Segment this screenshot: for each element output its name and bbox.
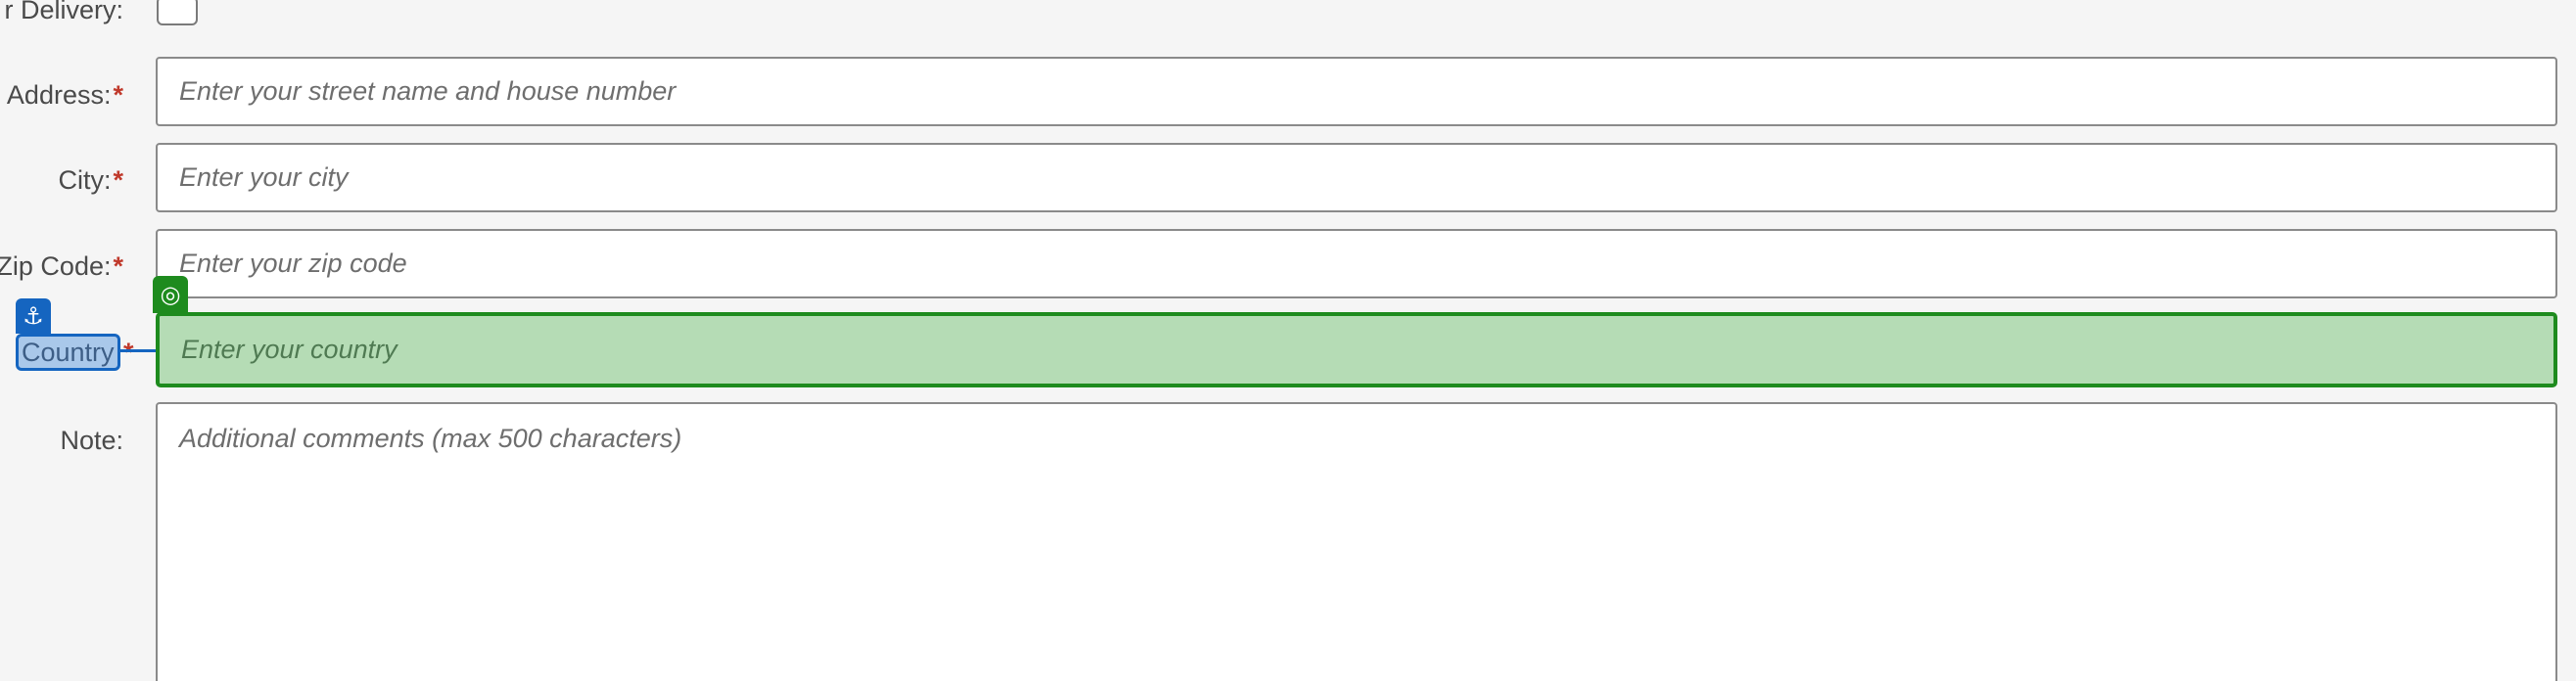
target-icon: ◎ [153,276,188,313]
city-input[interactable] [156,143,2557,212]
note-textarea[interactable] [156,402,2557,681]
delivery-checkbox[interactable] [157,0,198,25]
city-label: City:* [58,160,123,200]
address-input[interactable] [156,57,2557,126]
anchor-icon: ⚓ [16,298,51,334]
note-label: Note: [60,426,123,455]
city-label-text: City: [58,165,112,195]
address-required-mark: * [113,80,123,110]
address-label-text: Address: [6,80,112,110]
shipping-form: r Delivery: Address:* City:* Zip Code:* … [0,0,2576,681]
country-label: Country [16,334,120,371]
country-required-mark: * [123,338,134,367]
zip-code-label-text: Zip Code: [0,251,112,281]
city-required-mark: * [113,165,123,195]
zip-code-input[interactable] [156,229,2557,298]
country-input[interactable] [156,312,2557,387]
delivery-label: r Delivery: [4,0,123,24]
zip-code-label: Zip Code:* [0,247,123,286]
zip-code-required-mark: * [113,251,123,281]
anchor-connector-line [120,349,156,352]
address-label: Address:* [7,75,123,114]
